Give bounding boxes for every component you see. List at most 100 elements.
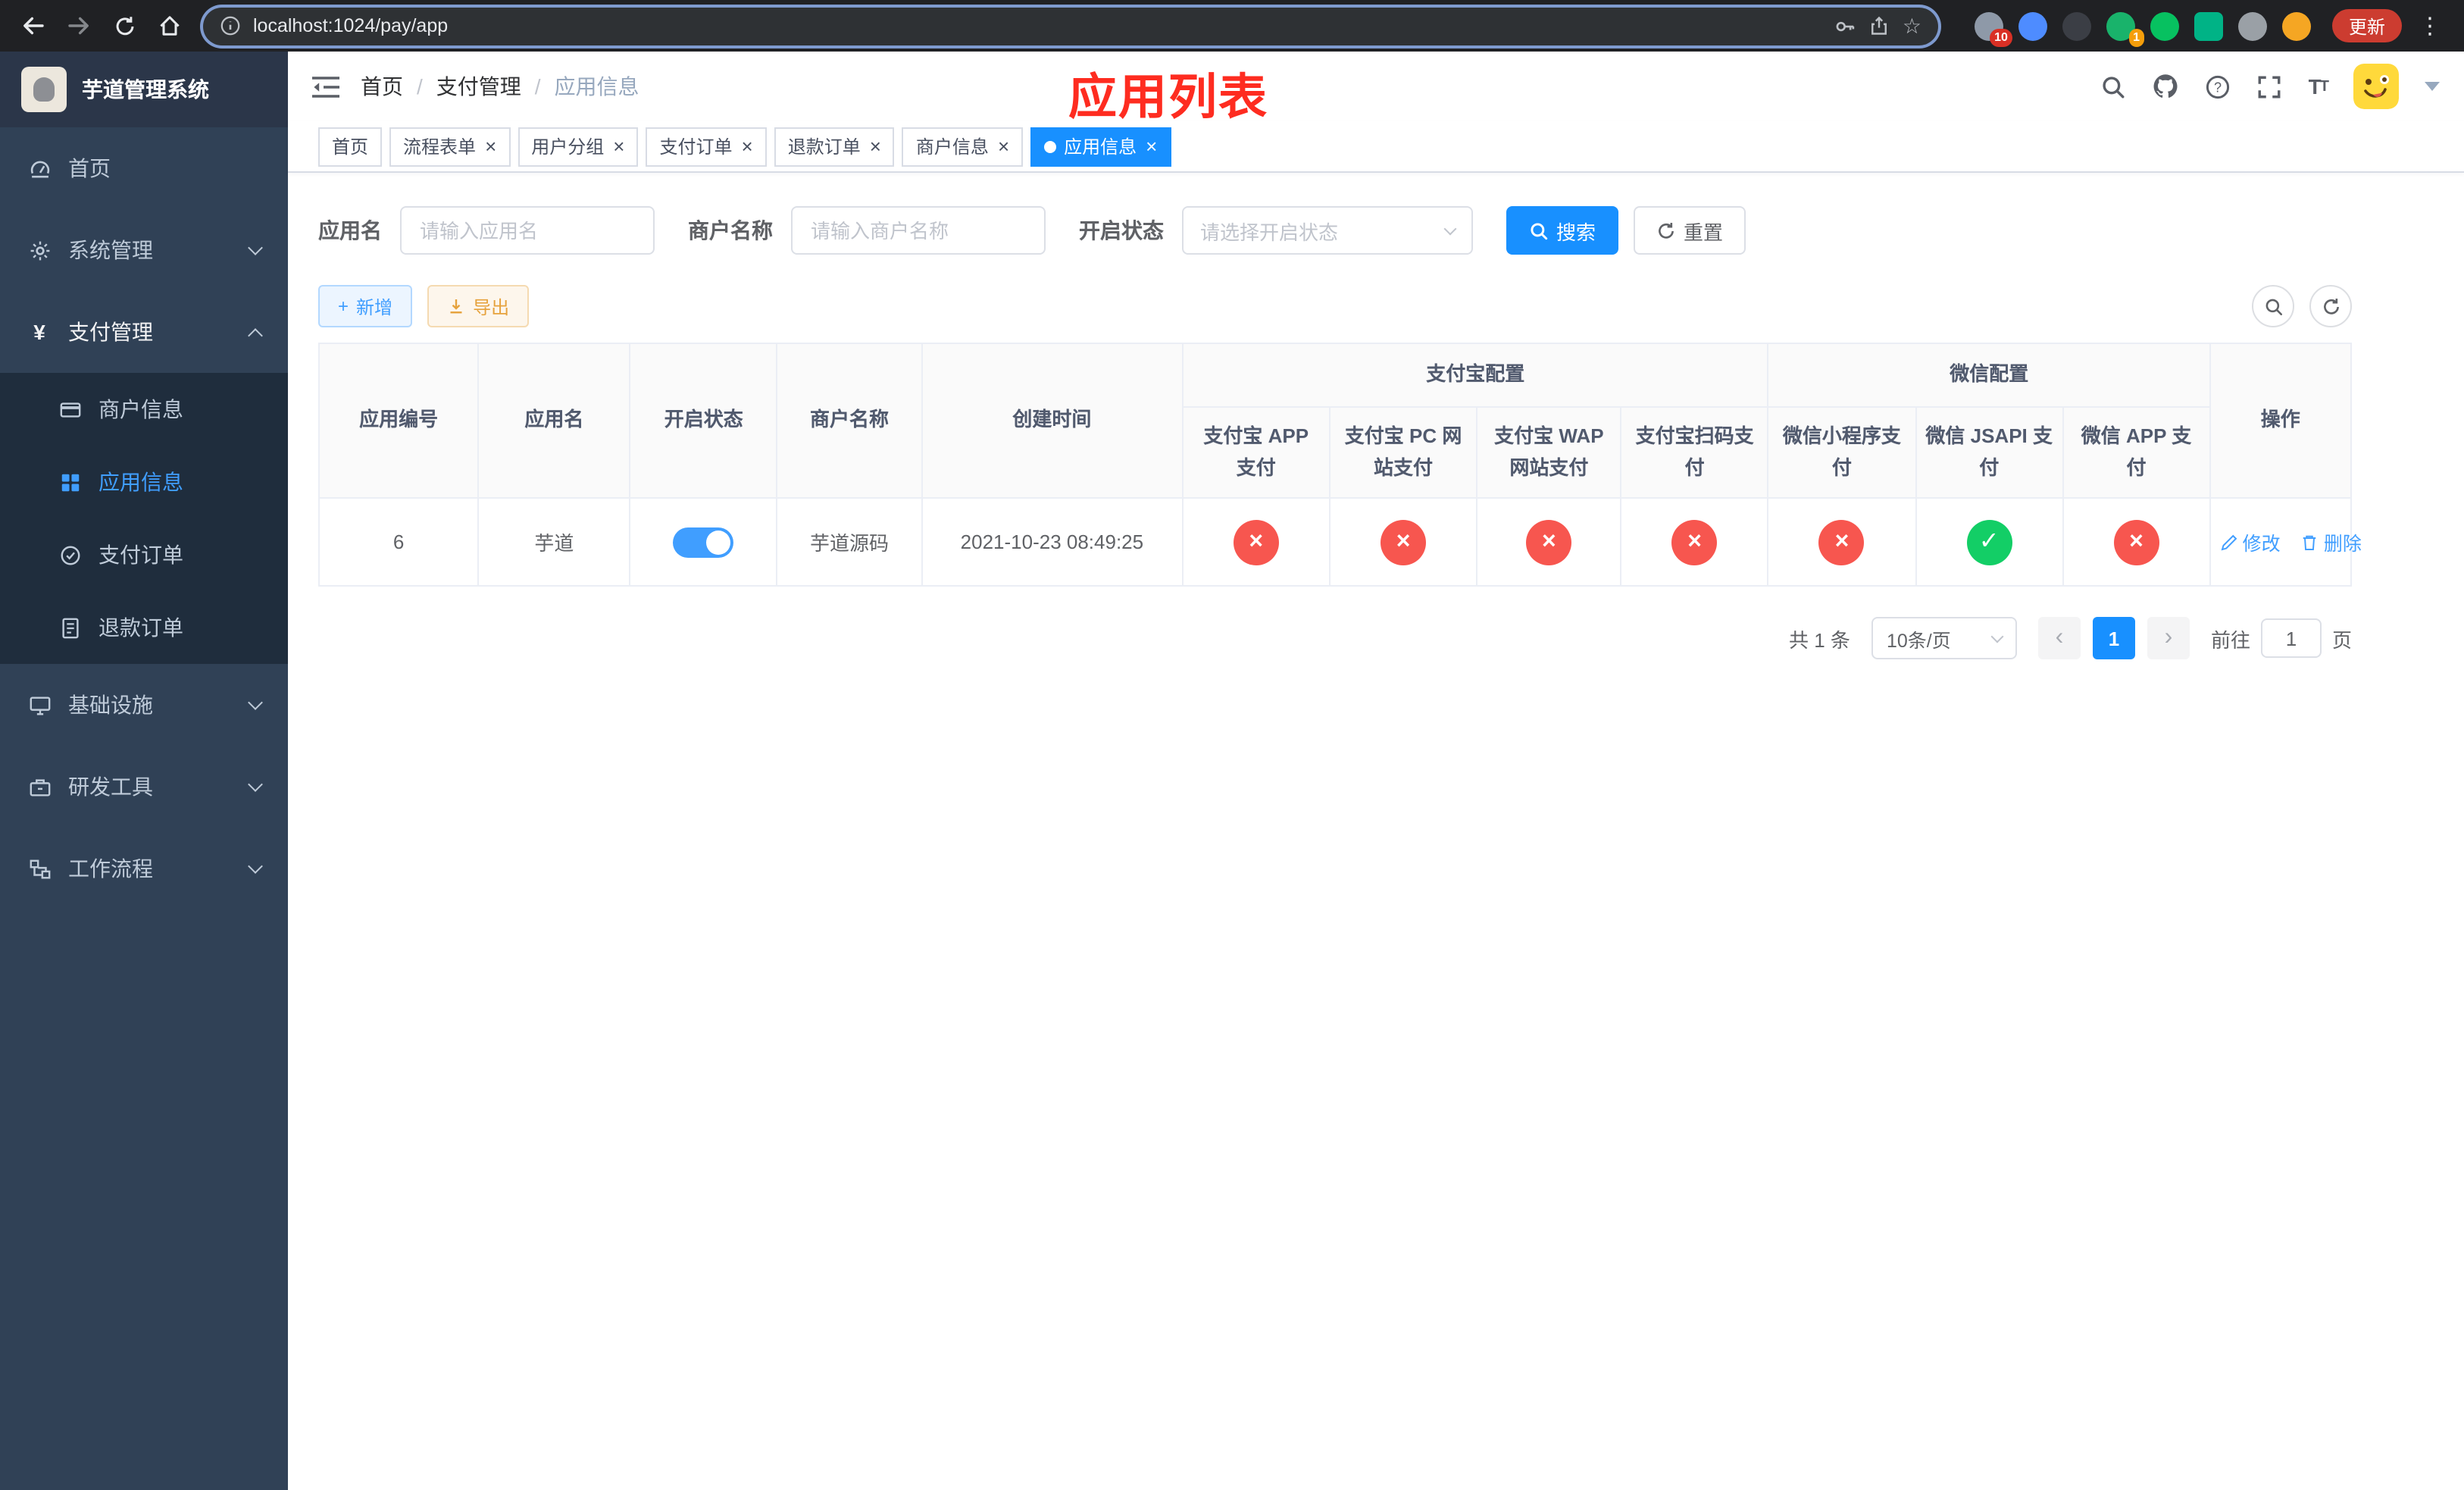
monitor-icon [27,693,52,717]
alipay-qr-status-icon: × [1671,519,1718,565]
app-table: 应用编号 应用名 开启状态 商户名称 创建时间 支付宝配置 微信配置 操作 支付… [317,343,2362,587]
delete-button[interactable]: 删除 [2301,527,2362,556]
extension-icon[interactable] [2062,11,2091,40]
browser-update-button[interactable]: 更新 [2331,9,2402,42]
chevron-down-icon [248,695,263,710]
breadcrumb-home[interactable]: 首页 [361,71,423,102]
sidebar-item-system[interactable]: 系统管理 [0,209,288,291]
svg-text:?: ? [2215,79,2222,94]
extensions-puzzle-icon[interactable] [2237,11,2267,40]
export-button[interactable]: 导出 [427,285,530,327]
home-icon[interactable] [152,8,188,44]
goto-label: 前往 [2210,628,2250,651]
page-size-select[interactable]: 10条/页 [1871,617,2017,659]
col-alipay-wap: 支付宝 WAP 网站支付 [1476,406,1622,499]
sidebar-item-refund-order[interactable]: 退款订单 [0,591,288,664]
breadcrumb: 首页 支付管理 应用信息 [361,71,639,102]
col-alipay-pc: 支付宝 PC 网站支付 [1328,406,1478,499]
close-icon[interactable]: × [998,136,1009,156]
extension-icon[interactable]: 10 [1974,11,2012,46]
app-name-label: 应用名 [318,218,382,243]
refund-doc-icon [58,615,82,640]
extension-icon[interactable] [2018,11,2047,40]
tab-user-group[interactable]: 用户分组 × [518,127,639,166]
extension-icon[interactable]: 1 [2106,11,2144,46]
font-size-icon[interactable]: TT [2309,74,2329,99]
bookmark-star-icon[interactable]: ☆ [1903,15,1921,36]
page-content: 应用名 商户名称 开启状态 请选择开启状态 [288,173,2464,1490]
sidebar-item-app-info[interactable]: 应用信息 [0,446,288,518]
browser-menu-icon[interactable]: ⋮ [2411,12,2449,39]
edit-button[interactable]: 修改 [2220,527,2281,556]
goto-page-input[interactable] [2260,618,2322,658]
app-name-input[interactable] [400,206,655,255]
cell-merchant-name: 芋道源码 [776,497,923,587]
reset-button[interactable]: 重置 [1634,206,1746,255]
search-button[interactable]: 搜索 [1506,206,1619,255]
github-icon[interactable] [2153,73,2180,100]
status-select[interactable]: 请选择开启状态 [1182,206,1473,255]
status-label: 开启状态 [1079,218,1164,243]
fullscreen-icon[interactable] [2257,74,2283,99]
next-page-button[interactable]: › [2147,617,2190,659]
breadcrumb-pay[interactable]: 支付管理 [436,71,541,102]
credit-card-icon [58,397,82,421]
wx-app-status-icon: × [2113,519,2159,565]
close-icon[interactable]: × [742,136,753,156]
sidebar-item-infra[interactable]: 基础设施 [0,664,288,746]
close-icon[interactable]: × [870,136,881,156]
extension-icon[interactable] [2150,11,2179,40]
address-bar[interactable]: localhost:1024/pay/app ☆ [203,7,1938,45]
sidebar-item-pay[interactable]: ¥ 支付管理 [0,291,288,373]
cell-create-time: 2021-10-23 08:49:25 [921,497,1184,587]
dashboard-icon [27,156,52,180]
tab-pay-order[interactable]: 支付订单 × [646,127,767,166]
sidebar-item-merchant-info[interactable]: 商户信息 [0,373,288,446]
table-refresh-button[interactable] [2309,285,2352,327]
search-icon[interactable] [2101,74,2127,99]
tab-app-info[interactable]: 应用信息 × [1030,127,1171,166]
close-icon[interactable]: × [485,136,496,156]
status-toggle[interactable] [673,527,734,557]
url-text[interactable]: localhost:1024/pay/app [253,15,1822,36]
collapse-sidebar-icon[interactable] [312,75,339,98]
sidebar-item-home[interactable]: 首页 [0,127,288,209]
caret-down-icon[interactable] [2425,82,2440,91]
workflow-icon [27,856,52,881]
key-icon[interactable] [1834,14,1857,37]
extension-badge: 1 [2128,28,2144,46]
sidebar: 芋道管理系统 首页 系统管理 ¥ 支付管理 商户信息 应用信息 支付订单 退款订… [0,52,288,1490]
user-avatar[interactable] [2353,64,2399,109]
forward-icon[interactable] [61,8,97,44]
add-button[interactable]: + 新增 [318,285,413,327]
chevron-up-icon [248,327,263,343]
table-search-toggle-button[interactable] [2252,285,2294,327]
close-icon[interactable]: × [613,136,624,156]
breadcrumb-current: 应用信息 [554,74,639,99]
tab-merchant-info[interactable]: 商户信息 × [902,127,1024,166]
cell-app-id: 6 [317,497,480,587]
sidebar-item-devtool[interactable]: 研发工具 [0,746,288,828]
help-icon[interactable]: ? [2206,74,2231,99]
chevron-down-icon [1990,629,2004,643]
merchant-name-input[interactable] [791,206,1046,255]
sidebar-item-workflow[interactable]: 工作流程 [0,828,288,909]
tags-view-bar: 首页 流程表单 × 用户分组 × 支付订单 × 退款订单 × 商户信息 × 应用信息 × [288,121,2464,173]
tab-refund-order[interactable]: 退款订单 × [774,127,895,166]
tab-process-form[interactable]: 流程表单 × [389,127,511,166]
pagination: 共 1 条 10条/页 ‹ 1 › 前往 1 页 [318,617,2352,659]
tab-home[interactable]: 首页 [318,127,383,166]
prev-page-button[interactable]: ‹ [2037,617,2081,659]
page-1-button[interactable]: 1 [2092,617,2135,659]
browser-profile-avatar[interactable] [2281,11,2311,40]
gear-icon [27,238,52,262]
share-icon[interactable] [1869,15,1890,36]
alipay-wap-status-icon: × [1526,519,1572,565]
back-icon[interactable] [15,8,52,44]
site-info-icon[interactable] [220,15,241,36]
extension-icon[interactable] [2194,11,2223,40]
reload-icon[interactable] [106,8,142,44]
screen: localhost:1024/pay/app ☆ 10 1 更新 ⋮ 芋道管理系… [0,0,2464,1490]
sidebar-item-pay-order[interactable]: 支付订单 [0,518,288,591]
close-icon[interactable]: × [1146,136,1157,156]
